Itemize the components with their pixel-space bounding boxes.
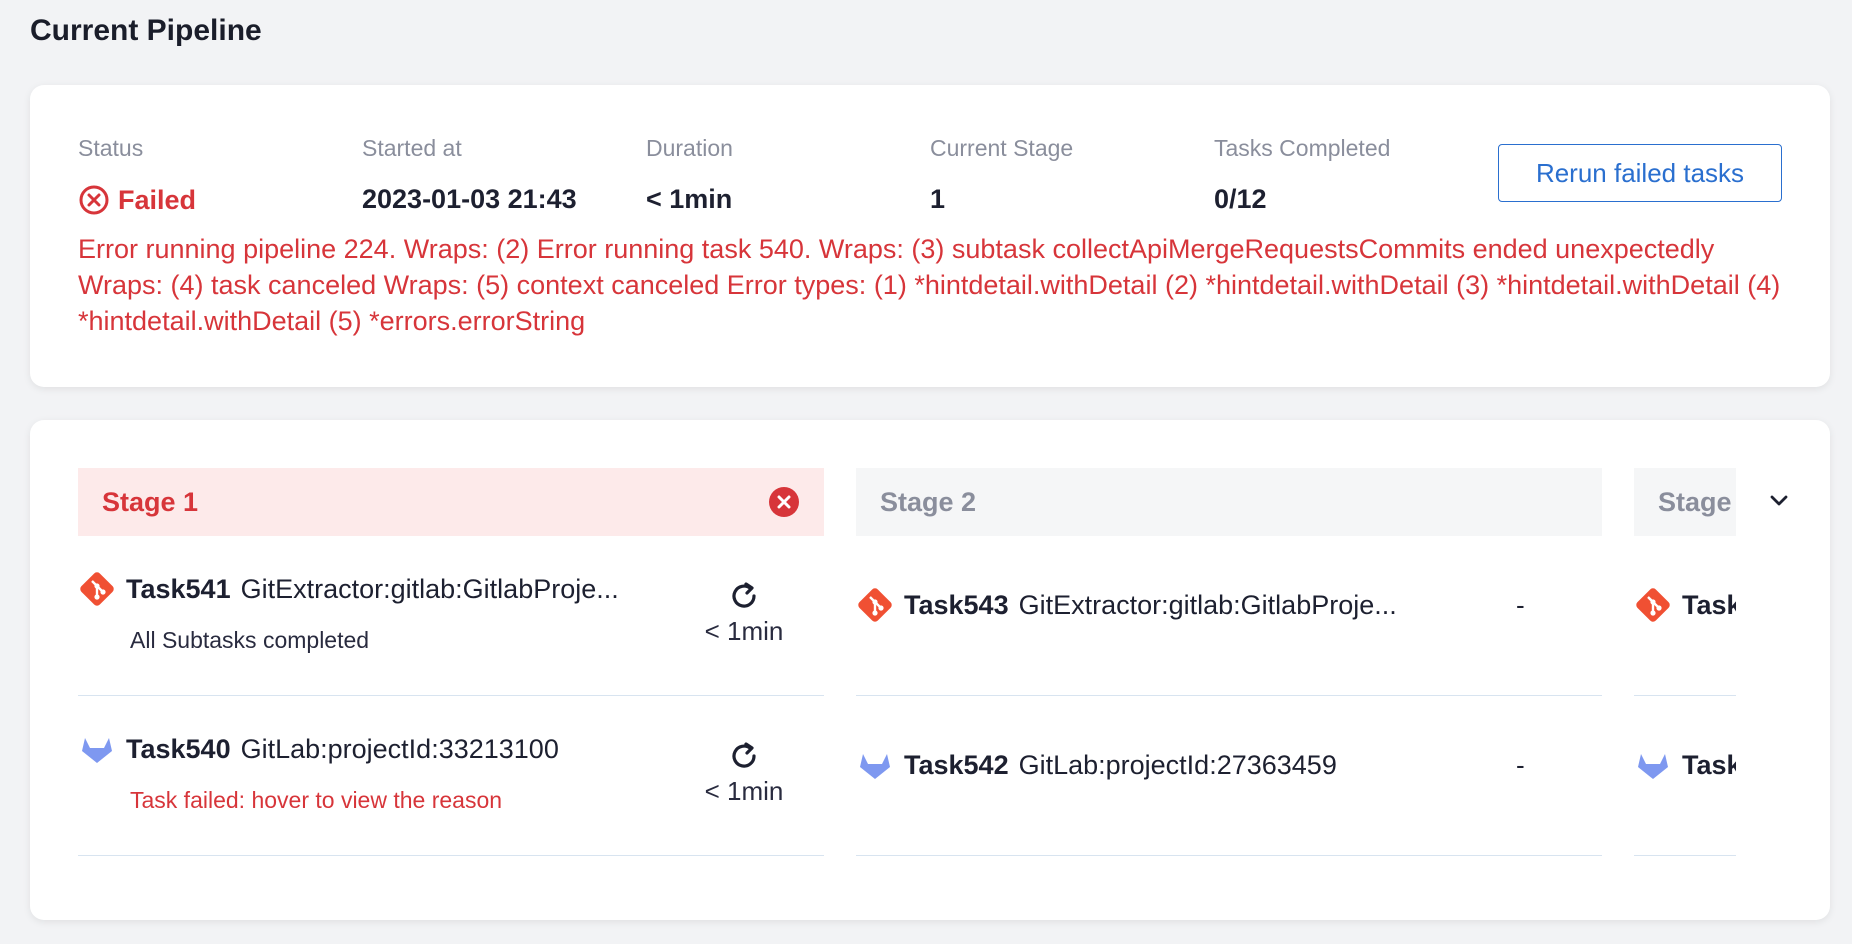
rerun-failed-tasks-button[interactable]: Rerun failed tasks <box>1498 144 1782 202</box>
task-name: GitLab:projectId:33213100 <box>240 733 559 764</box>
task-name: GitExtractor:gitlab:GitlabProje... <box>240 573 619 604</box>
task-name: GitExtractor:gitlab:GitlabProje... <box>1018 589 1397 620</box>
task-row[interactable]: Task <box>1634 696 1736 856</box>
task-title-line: Task541 GitExtractor:gitlab:GitlabProje.… <box>78 570 619 608</box>
stage-column-1: Stage 1 Task541 GitExtractor:gitlab:Gitl… <box>78 468 824 856</box>
task-id: Task <box>1682 749 1736 780</box>
task-row[interactable]: Task542 GitLab:projectId:27363459 - <box>856 696 1602 856</box>
stage-column-2: Stage 2 Task543 GitExtractor:gitlab:Gitl… <box>856 468 1602 856</box>
git-icon <box>858 588 892 622</box>
chevron-down-icon <box>1770 495 1788 506</box>
pipeline-error-message: Error running pipeline 224. Wraps: (2) E… <box>78 234 1781 336</box>
task-title-line: Task <box>1634 586 1736 624</box>
task-duration: < 1min <box>704 776 784 806</box>
task-status-text: All Subtasks completed <box>130 627 370 653</box>
duration-info: Duration < 1min <box>646 135 733 215</box>
stage-column-3: Stage Task Task <box>1634 468 1736 856</box>
status-value: Failed <box>78 184 196 216</box>
task-id: Task542 <box>904 749 1009 780</box>
gitlab-icon <box>82 738 112 763</box>
stage-title: Stage 2 <box>880 486 977 517</box>
stage-header: Stage <box>1634 468 1736 536</box>
current-stage-label: Current Stage <box>930 135 1074 161</box>
task-duration: - <box>1516 590 1525 620</box>
gitlab-icon <box>860 754 890 779</box>
task-title-line: Task543 GitExtractor:gitlab:GitlabProje.… <box>856 586 1397 624</box>
stage-header: Stage 2 <box>856 468 1602 536</box>
page-title: Current Pipeline <box>30 14 262 47</box>
task-time: < 1min <box>699 738 789 807</box>
tasks-completed-value: 0/12 <box>1214 184 1267 214</box>
task-row[interactable]: Task540 GitLab:projectId:33213100 Task f… <box>78 696 824 856</box>
stage-header: Stage 1 <box>78 468 824 536</box>
status-info: Status Failed <box>78 135 196 216</box>
status-text: Failed <box>118 184 197 215</box>
stages-card: Stage 1 Task541 GitExtractor:gitlab:Gitl… <box>30 420 1830 920</box>
stage-title: Stage 1 <box>102 486 199 517</box>
task-id: Task540 <box>126 733 231 764</box>
task-row[interactable]: Task543 GitExtractor:gitlab:GitlabProje.… <box>856 536 1602 696</box>
task-row[interactable]: Task541 GitExtractor:gitlab:GitlabProje.… <box>78 536 824 696</box>
tasks-completed-info: Tasks Completed 0/12 <box>1214 135 1390 215</box>
task-duration: - <box>1516 750 1525 780</box>
duration-label: Duration <box>646 135 733 161</box>
duration-value: < 1min <box>646 184 733 214</box>
task-time: < 1min <box>699 578 789 647</box>
status-label: Status <box>78 135 144 161</box>
task-name: GitLab:projectId:27363459 <box>1018 749 1337 780</box>
git-icon <box>80 572 114 606</box>
stage-title: Stage <box>1658 486 1732 517</box>
current-stage-value: 1 <box>930 184 946 214</box>
tasks-completed-label: Tasks Completed <box>1214 135 1391 161</box>
task-title-line: Task540 GitLab:projectId:33213100 <box>78 730 559 768</box>
current-stage-info: Current Stage 1 <box>930 135 1073 215</box>
task-status-text[interactable]: Task failed: hover to view the reason <box>130 787 502 814</box>
task-id: Task <box>1682 589 1736 620</box>
task-id: Task541 <box>126 573 231 604</box>
task-title-line: Task542 GitLab:projectId:27363459 <box>856 746 1337 784</box>
started-label: Started at <box>362 135 462 161</box>
rerun-icon[interactable] <box>726 738 762 774</box>
started-info: Started at 2023-01-03 21:43 <box>362 135 577 215</box>
gitlab-icon <box>1638 754 1668 779</box>
pipeline-summary-card: Status Failed Started at 2023-01-03 21:4… <box>30 85 1830 387</box>
failed-circle-icon <box>79 185 109 215</box>
collapse-stages-button[interactable] <box>1763 484 1795 516</box>
started-value: 2023-01-03 21:43 <box>362 184 577 214</box>
failed-circle-icon <box>769 487 799 517</box>
task-title-line: Task <box>1634 746 1736 784</box>
task-duration: < 1min <box>704 616 784 646</box>
task-row[interactable]: Task <box>1634 536 1736 696</box>
rerun-icon[interactable] <box>726 578 762 614</box>
task-id: Task543 <box>904 589 1009 620</box>
git-icon <box>1636 588 1670 622</box>
